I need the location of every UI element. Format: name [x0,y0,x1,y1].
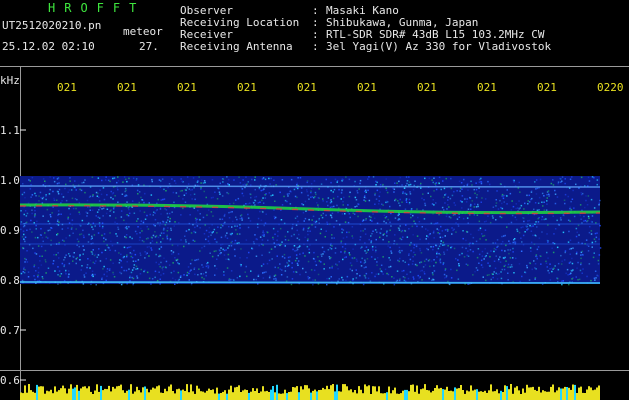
observer-value: Masaki Kano [326,4,399,17]
app-brand: HROFFT [48,1,146,15]
y-tick-label: 0.7 [0,324,20,337]
receiver-label: Receiver [180,28,233,41]
y-tick-label: 1.1 [0,124,20,137]
location-value: Shibukawa, Gunma, Japan [326,16,479,29]
antenna-label: Receiving Antenna [180,40,293,53]
x-tick-label: 0220 [597,81,624,94]
y-tick-label: 1.0 [0,174,20,187]
location-colon: : [312,16,319,29]
date-time: 25.12.02 02:10 [2,40,95,53]
x-tick-label: 021 [537,81,557,94]
y-tick-label: 0.6 [0,374,20,387]
mode-label: meteor [123,25,163,38]
receiver-colon: : [312,28,319,41]
x-tick-label: 021 [297,81,317,94]
x-tick-label: 021 [177,81,197,94]
x-tick-label: 021 [477,81,497,94]
y-axis-unit: kHz [0,74,20,87]
receiver-value: RTL-SDR SDR# 43dB L15 103.2MHz CW [326,28,545,41]
meteor-count: 27. [139,40,159,53]
lower-line [20,281,601,284]
location-label: Receiving Location [180,16,300,29]
x-tick-label: 021 [417,81,437,94]
header-divider [0,66,629,67]
x-tick-label: 021 [237,81,257,94]
file-name: UT2512020210.pn [2,19,102,32]
x-tick-label: 021 [57,81,77,94]
antenna-value: 3el Yagi(V) Az 330 for Vladivostok [326,40,552,53]
observer-label: Observer [180,4,233,17]
amplitude-trace [20,384,600,400]
x-tick-label: 021 [357,81,377,94]
y-tick-label: 0.8 [0,274,20,287]
noise-band [20,176,600,284]
antenna-colon: : [312,40,319,53]
spectrogram-plot [20,129,602,400]
x-tick-label: 021 [117,81,137,94]
upper-line [20,185,601,188]
y-tick-label: 0.9 [0,224,20,237]
observer-colon: : [312,4,319,17]
